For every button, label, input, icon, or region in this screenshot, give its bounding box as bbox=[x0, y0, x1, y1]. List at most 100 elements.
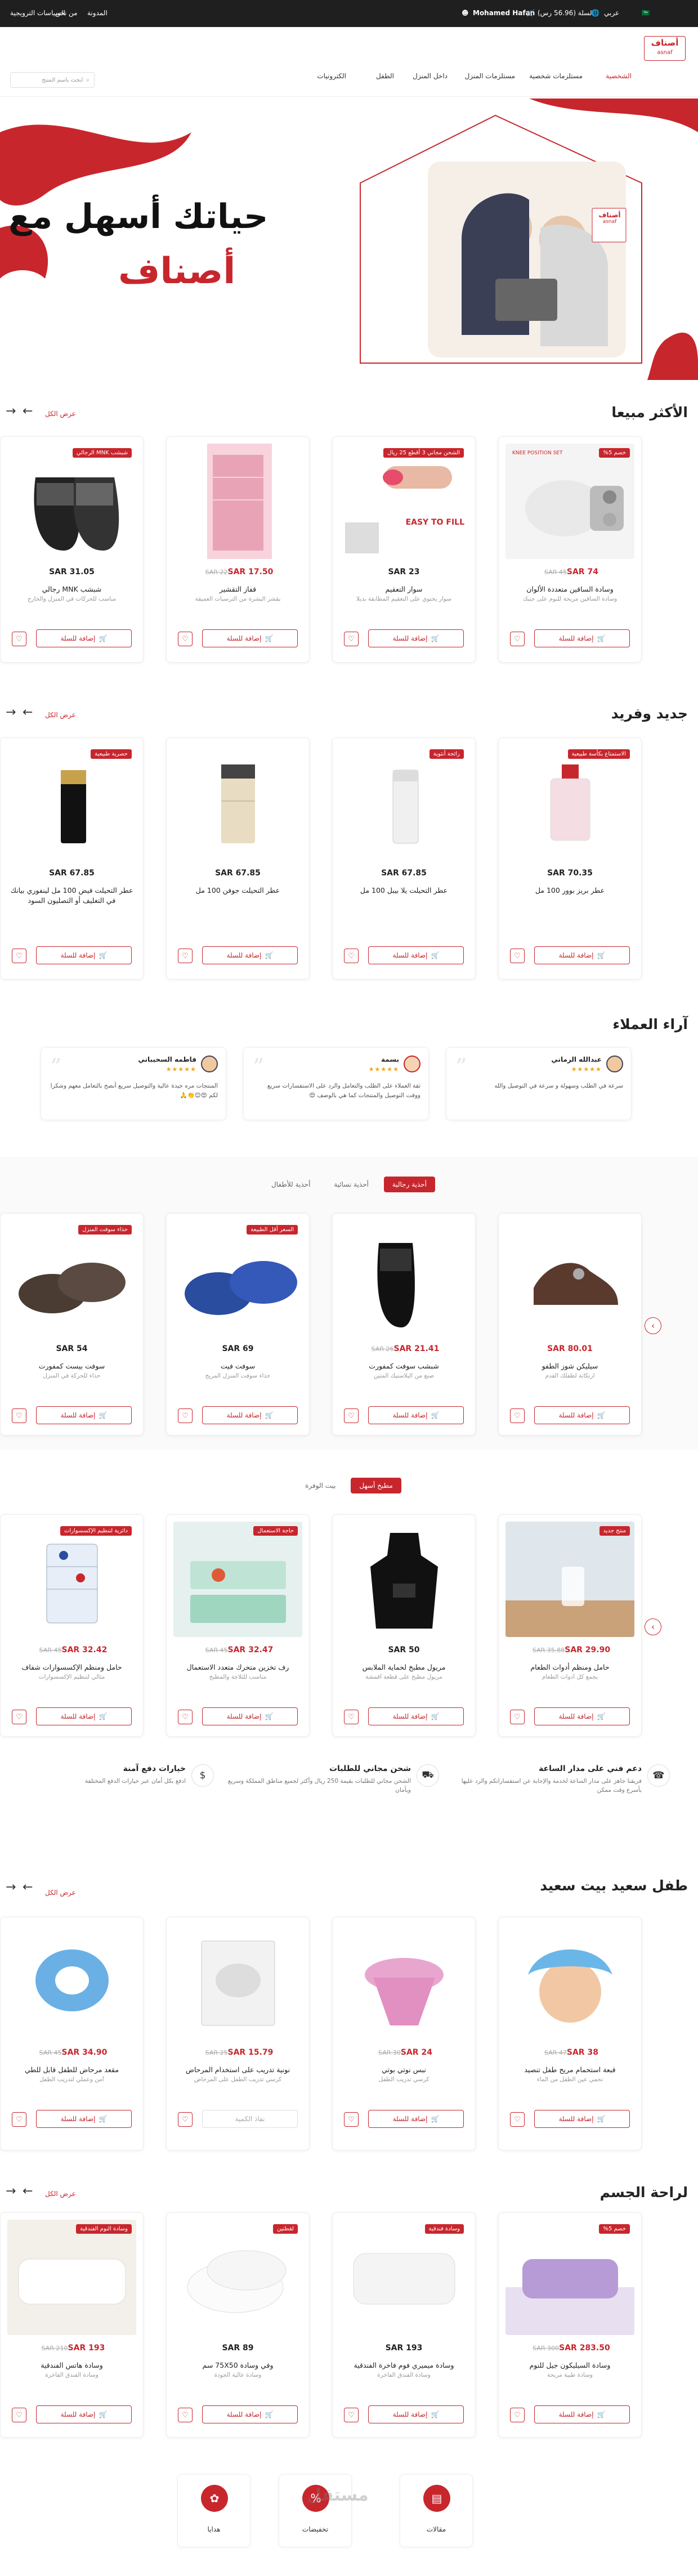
product-card[interactable]: لقطتين SAR 89 وفي وسادة 75X50 سم وسادة ع… bbox=[166, 2212, 310, 2438]
add-to-cart-button[interactable]: 🛒 إضافة للسلة bbox=[534, 2110, 630, 2128]
product-image[interactable] bbox=[339, 1220, 468, 1336]
heart-icon[interactable]: ♡ bbox=[178, 1710, 193, 1724]
product-name[interactable]: عطر التحيلت يلا بيبل 100 مل bbox=[341, 886, 467, 906]
product-card[interactable]: SAR 67.85 عطر التحيلت جوفن 100 مل 🛒 إضافة… bbox=[166, 737, 310, 980]
add-to-cart-button[interactable]: 🛒 إضافة للسلة bbox=[368, 2110, 464, 2128]
heart-icon[interactable]: ♡ bbox=[510, 2112, 525, 2127]
heart-icon[interactable]: ♡ bbox=[12, 1408, 26, 1423]
product-card[interactable]: وسادة النوم الفندقية SAR 210SAR 193 وساد… bbox=[0, 2212, 144, 2438]
add-to-cart-button[interactable]: 🛒 إضافة للسلة bbox=[36, 2405, 132, 2423]
product-image[interactable] bbox=[339, 1924, 468, 2040]
product-card[interactable]: دائرية لتنظيم الإكسسوارات SAR 45SAR 32.4… bbox=[0, 1514, 144, 1737]
product-card[interactable]: منتج جديد SAR 35.88SAR 29.90 حامل ومنظم … bbox=[498, 1514, 642, 1737]
heart-icon[interactable]: ♡ bbox=[12, 1710, 26, 1724]
nav-item-personal[interactable]: الشخصية bbox=[606, 72, 632, 80]
heart-icon[interactable]: ♡ bbox=[344, 632, 359, 646]
add-to-cart-button[interactable]: 🛒 إضافة للسلة bbox=[368, 946, 464, 964]
product-image[interactable]: الاستمتاع بكأسة طبيعية bbox=[505, 745, 634, 860]
add-to-cart-button[interactable]: 🛒 إضافة للسلة bbox=[36, 2110, 132, 2128]
carousel-next-icon[interactable]: › bbox=[645, 1618, 661, 1635]
product-card[interactable]: SAR 25SAR 15.79 نونية تدريب على استخدام … bbox=[166, 1917, 310, 2150]
add-to-cart-button[interactable]: 🛒 إضافة للسلة bbox=[368, 2405, 464, 2423]
add-to-cart-button[interactable]: 🛒 إضافة للسلة bbox=[36, 1707, 132, 1725]
tab-home-savings[interactable]: بيت الوفرة bbox=[297, 1478, 344, 1493]
language-switch[interactable]: عربي bbox=[604, 9, 619, 17]
heart-icon[interactable]: ♡ bbox=[510, 1408, 525, 1423]
add-to-cart-button[interactable]: 🛒 إضافة للسلة bbox=[534, 1707, 630, 1725]
arrow-left-icon[interactable]: ← bbox=[23, 2184, 33, 2198]
product-card[interactable]: حاجة الاستعمال SAR 45SAR 32.47 رف تخزين … bbox=[166, 1514, 310, 1737]
add-to-cart-button[interactable]: 🛒 إضافة للسلة bbox=[534, 2405, 630, 2423]
cart-total[interactable]: السلة (56.96 رس) bbox=[538, 9, 594, 17]
nav-item-kids[interactable]: الطفل bbox=[376, 72, 394, 80]
product-card[interactable]: السعر أقل الطبيعة SAR 69 سوفت فيت حذاء س… bbox=[166, 1213, 310, 1435]
add-to-cart-button[interactable]: 🛒 إضافة للسلة bbox=[36, 1406, 132, 1424]
product-image[interactable]: شبشب MNK الرجالي bbox=[7, 444, 136, 559]
product-name[interactable]: عطر التحيلت جوفن 100 مل bbox=[174, 886, 301, 906]
heart-icon[interactable]: ♡ bbox=[178, 949, 193, 963]
product-name[interactable]: عطر التحيلت فيض 100 مل لينفوري بيانك في … bbox=[8, 886, 135, 916]
view-all-best-sellers[interactable]: عرض الكل bbox=[45, 410, 76, 418]
product-card[interactable]: SAR 50 مريول مطبخ لحماية الملابس مريول م… bbox=[332, 1514, 476, 1737]
user-name[interactable]: Mohamed Hafan bbox=[473, 9, 535, 17]
product-image[interactable]: خصم 5% KNEE POSITION SET bbox=[505, 444, 634, 559]
product-card[interactable]: خصم 5% SAR 300SAR 283.50 وسادة السيليكون… bbox=[498, 2212, 642, 2438]
shortcut-gifts[interactable]: ✿ هدايا bbox=[177, 2474, 250, 2547]
product-image[interactable]: وسادة فندقية bbox=[339, 2220, 468, 2335]
product-card[interactable]: SAR 45SAR 34.90 مقعد مرحاض للطفل قابل لل… bbox=[0, 1917, 144, 2150]
tab-kids-shoes[interactable]: أحذية للأطفال bbox=[263, 1177, 319, 1192]
topbar-link-about[interactable]: من نحن bbox=[55, 9, 78, 17]
heart-icon[interactable]: ♡ bbox=[510, 1710, 525, 1724]
product-image[interactable] bbox=[173, 745, 302, 860]
product-card[interactable]: الاستمتاع بكأسة طبيعية SAR 70.35 عطر بري… bbox=[498, 737, 642, 980]
product-card[interactable]: SAR 80.01 سيليكن شوز الطفو ارتكانة لطفلك… bbox=[498, 1213, 642, 1435]
add-to-cart-button[interactable]: 🛒 إضافة للسلة bbox=[202, 2405, 298, 2423]
search-icon[interactable]: ⌕ bbox=[86, 77, 90, 83]
heart-icon[interactable]: ♡ bbox=[510, 949, 525, 963]
add-to-cart-button[interactable]: 🛒 إضافة للسلة bbox=[368, 1707, 464, 1725]
heart-icon[interactable]: ♡ bbox=[12, 949, 26, 963]
search-input[interactable]: ⌕ ابحث باسم المنتج bbox=[10, 72, 95, 88]
tab-men-shoes[interactable]: أحذية رجالية bbox=[383, 1177, 436, 1192]
product-image[interactable]: حصرية طبيعية bbox=[7, 745, 136, 860]
arrow-left-icon[interactable]: ← bbox=[23, 404, 33, 418]
product-card[interactable]: شبشب MNK الرجالي SAR 31.05 شبشب MNK رجال… bbox=[0, 436, 144, 663]
product-image[interactable] bbox=[505, 1220, 634, 1336]
add-to-cart-button[interactable]: 🛒 إضافة للسلة bbox=[368, 629, 464, 647]
product-card[interactable]: رائحة أنثوية SAR 67.85 عطر التحيلت يلا ب… bbox=[332, 737, 476, 980]
product-card[interactable]: خصم 5% KNEE POSITION SET SAR 45SAR 74 وس… bbox=[498, 436, 642, 663]
add-to-cart-button[interactable]: 🛒 إضافة للسلة bbox=[202, 1406, 298, 1424]
view-all-comfort[interactable]: عرض الكل bbox=[45, 2190, 76, 2198]
arrow-left-icon[interactable]: ← bbox=[23, 1880, 33, 1894]
user-icon[interactable]: ☻ bbox=[462, 9, 469, 17]
heart-icon[interactable]: ♡ bbox=[344, 2112, 359, 2127]
add-to-cart-button[interactable]: 🛒 إضافة للسلة bbox=[534, 1406, 630, 1424]
product-image[interactable]: خصم 5% bbox=[505, 2220, 634, 2335]
view-all-new-unique[interactable]: عرض الكل bbox=[45, 711, 76, 719]
product-image[interactable]: الشحن مجاني 3 أقطع 25 ريال EASY TO FILL bbox=[339, 444, 468, 559]
product-card[interactable]: وسادة فندقية SAR 193 وسادة ميميري فوم فا… bbox=[332, 2212, 476, 2438]
nav-item-home-supplies[interactable]: مستلزمات المنزل bbox=[465, 72, 515, 80]
product-card[interactable]: SAR 22SAR 17.50 قفاز التقشير يقشر البشرة… bbox=[166, 436, 310, 663]
heart-icon[interactable]: ♡ bbox=[510, 632, 525, 646]
product-image[interactable]: دائرية لتنظيم الإكسسوارات bbox=[7, 1522, 136, 1637]
heart-icon[interactable]: ♡ bbox=[344, 1408, 359, 1423]
tab-easy-kitchen[interactable]: مطبخ أسهل bbox=[351, 1478, 401, 1493]
product-card[interactable]: الشحن مجاني 3 أقطع 25 ريال EASY TO FILL … bbox=[332, 436, 476, 663]
product-card[interactable]: حصرية طبيعية SAR 67.85 عطر التحيلت فيض 1… bbox=[0, 737, 144, 980]
heart-icon[interactable]: ♡ bbox=[344, 2408, 359, 2422]
arrow-right-icon[interactable]: → bbox=[6, 2184, 16, 2198]
add-to-cart-button[interactable]: 🛒 إضافة للسلة bbox=[36, 629, 132, 647]
view-all-baby[interactable]: عرض الكل bbox=[45, 1889, 76, 1897]
arrow-right-icon[interactable]: → bbox=[6, 404, 16, 418]
currency-flag-icon[interactable]: 🇸🇦 bbox=[642, 9, 650, 17]
cart-icon[interactable]: 🛒 bbox=[526, 9, 535, 17]
add-to-cart-button[interactable]: 🛒 إضافة للسلة bbox=[36, 946, 132, 964]
heart-icon[interactable]: ♡ bbox=[12, 2408, 26, 2422]
heart-icon[interactable]: ♡ bbox=[344, 1710, 359, 1724]
arrow-left-icon[interactable]: ← bbox=[23, 705, 33, 719]
heart-icon[interactable]: ♡ bbox=[510, 2408, 525, 2422]
heart-icon[interactable]: ♡ bbox=[178, 1408, 193, 1423]
tab-women-shoes[interactable]: أحذية نسائية bbox=[325, 1177, 377, 1192]
product-card[interactable]: SAR 30SAR 24 نبس نوتي بوتي كرسي تدريب ال… bbox=[332, 1917, 476, 2150]
